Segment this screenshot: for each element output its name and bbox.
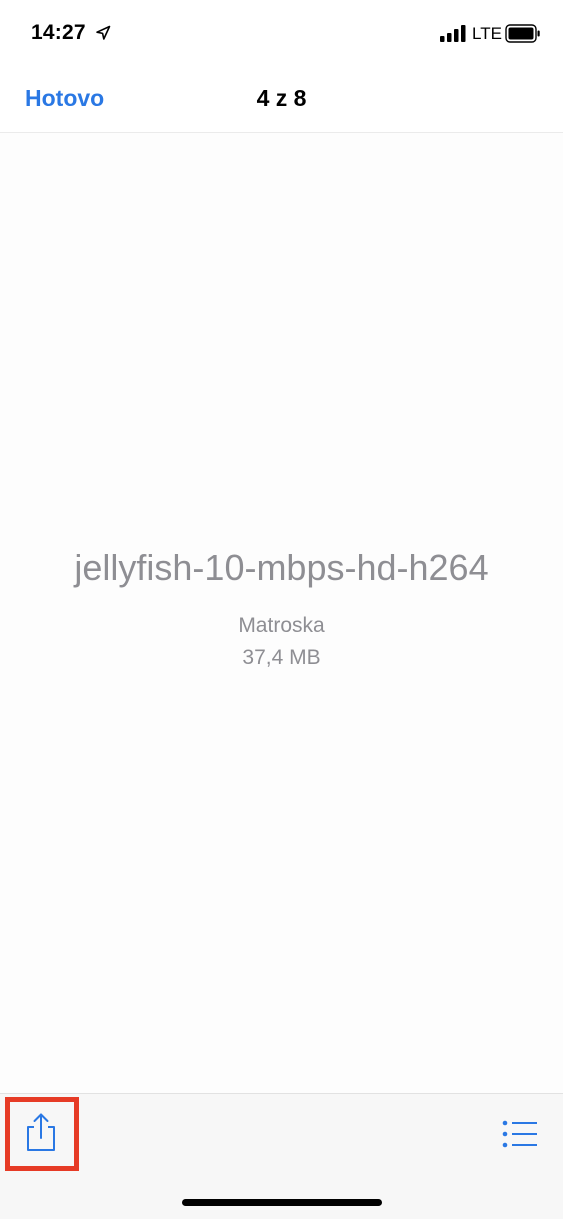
list-icon[interactable] [502,1120,538,1148]
share-icon[interactable] [23,1112,59,1152]
navigation-bar: 4 z 8 Hotovo [0,66,563,133]
file-name: jellyfish-10-mbps-hd-h264 [74,547,489,588]
network-type: LTE [472,24,502,43]
file-size: 37,4 MB [242,646,321,669]
battery-icon [505,24,540,43]
home-indicator[interactable] [182,1199,382,1206]
location-arrow-icon [96,25,111,40]
signal-bars-icon [440,25,466,42]
bottom-toolbar [0,1093,563,1219]
status-bar: 14:27 LTE [0,0,563,66]
status-time: 14:27 [31,21,86,44]
file-type: Matroska [238,614,325,637]
done-button[interactable]: Hotovo [25,85,104,112]
file-preview: jellyfish-10-mbps-hd-h264 Matroska 37,4 … [0,133,563,1093]
